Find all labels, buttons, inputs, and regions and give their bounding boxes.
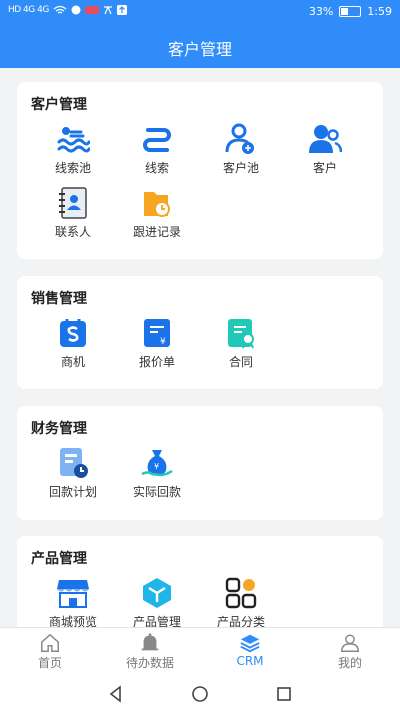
menu-item-customer-pool[interactable]: 客户池 xyxy=(199,122,283,176)
menu-item-label: 实际回款 xyxy=(132,485,181,499)
tab-label: CRM xyxy=(236,654,264,668)
wifi-icon xyxy=(53,5,67,14)
menu-item-label: 客户池 xyxy=(222,161,259,175)
menu-item-store-preview[interactable]: 商城预览 xyxy=(31,576,115,627)
opportunity-icon xyxy=(60,319,86,347)
menu-item-clue-pool[interactable]: 线索池 xyxy=(31,122,115,176)
menu-item-contract[interactable]: 合同 xyxy=(199,316,283,370)
menu-item-label: 客户 xyxy=(312,161,337,175)
follow-up-record-icon xyxy=(144,192,170,217)
section-title: 财务管理 xyxy=(31,421,87,437)
menu-item-label: 跟进记录 xyxy=(132,225,181,239)
tab-crm[interactable]: CRM xyxy=(200,628,300,677)
tab-label: 待办数据 xyxy=(125,656,174,670)
status-bar: HD 4G 4G 33% 1:59 xyxy=(0,0,400,26)
translate-icon xyxy=(103,6,112,15)
clue-icon xyxy=(143,128,171,152)
actual-payment-icon: ¥ xyxy=(141,450,173,477)
home-circle-icon[interactable] xyxy=(190,684,210,704)
menu-item-label: 商机 xyxy=(60,355,85,369)
section-customer-management: 客户管理 线索池 线索 客户池 客户 联系人 跟进记录 xyxy=(17,82,383,259)
battery-icon xyxy=(339,6,362,17)
system-nav-bar xyxy=(0,677,400,711)
tab-home[interactable]: 首页 xyxy=(0,628,100,677)
menu-item-label: 线索 xyxy=(144,161,169,175)
section-product-management: 产品管理 商城预览 产品管理 产品分类 xyxy=(17,536,383,627)
menu-item-contacts[interactable]: 联系人 xyxy=(31,186,115,240)
store-preview-icon xyxy=(57,580,89,608)
quotation-icon: ¥ xyxy=(144,319,170,347)
bottom-tab-bar: 首页 待办数据 CRM 我的 xyxy=(0,627,400,677)
payment-plan-icon xyxy=(60,448,88,478)
home-icon xyxy=(41,633,59,652)
customer-icon xyxy=(309,125,342,153)
section-title: 销售管理 xyxy=(31,291,87,307)
menu-item-label: 合同 xyxy=(228,355,253,369)
menu-item-actual-payment[interactable]: ¥ 实际回款 xyxy=(115,446,199,500)
section-finance-management: 财务管理 回款计划 ¥ 实际回款 xyxy=(17,406,383,520)
main-content: 客户管理 线索池 线索 客户池 客户 联系人 跟进记录 销售管理 商机 ¥ 报价… xyxy=(0,68,400,627)
user-icon xyxy=(341,634,359,652)
menu-item-opportunity[interactable]: 商机 xyxy=(31,316,115,370)
menu-item-label: 回款计划 xyxy=(48,485,97,499)
battery-percent: 33% xyxy=(308,5,334,18)
app-header: HD 4G 4G 33% 1:59 客户管理 xyxy=(0,0,400,68)
crm-layers-icon xyxy=(240,634,260,653)
bell-icon xyxy=(141,633,159,651)
menu-item-payment-plan[interactable]: 回款计划 xyxy=(31,446,115,500)
menu-item-label: 产品管理 xyxy=(132,615,181,627)
section-title: 产品管理 xyxy=(31,551,87,567)
menu-item-label: 报价单 xyxy=(138,355,175,369)
menu-item-customer[interactable]: 客户 xyxy=(283,122,367,176)
upload-icon xyxy=(116,5,127,15)
menu-item-label: 产品分类 xyxy=(216,615,265,627)
section-sales-management: 销售管理 商机 ¥ 报价单 合同 xyxy=(17,276,383,389)
clue-pool-icon xyxy=(57,127,90,153)
menu-item-quotation[interactable]: ¥ 报价单 xyxy=(115,316,199,370)
tab-todo[interactable]: 待办数据 xyxy=(100,628,200,677)
message-icon xyxy=(84,6,99,14)
status-network: HD 4G 4G xyxy=(8,5,49,15)
contacts-icon xyxy=(59,187,87,219)
svg-text:¥: ¥ xyxy=(154,462,159,471)
contract-icon xyxy=(228,319,254,349)
menu-item-clue[interactable]: 线索 xyxy=(115,122,199,176)
page-title: 客户管理 xyxy=(167,40,232,59)
customer-pool-icon xyxy=(225,123,254,154)
recent-apps-icon[interactable] xyxy=(274,684,294,704)
menu-item-label: 商城预览 xyxy=(48,615,97,627)
svg-text:¥: ¥ xyxy=(160,337,166,347)
menu-item-product-category[interactable]: 产品分类 xyxy=(199,576,283,627)
menu-item-product-management[interactable]: 产品管理 xyxy=(115,576,199,627)
menu-item-follow-up-record[interactable]: 跟进记录 xyxy=(115,186,199,240)
clock: 1:59 xyxy=(367,5,392,18)
section-title: 客户管理 xyxy=(31,97,87,113)
tab-mine[interactable]: 我的 xyxy=(300,628,400,677)
notification-icon xyxy=(71,5,81,15)
product-management-icon xyxy=(143,578,171,608)
tab-label: 首页 xyxy=(37,656,62,670)
product-category-icon xyxy=(225,577,257,609)
menu-item-label: 联系人 xyxy=(54,225,91,239)
tab-label: 我的 xyxy=(337,656,362,670)
back-icon[interactable] xyxy=(106,684,126,704)
menu-item-label: 线索池 xyxy=(54,161,91,175)
